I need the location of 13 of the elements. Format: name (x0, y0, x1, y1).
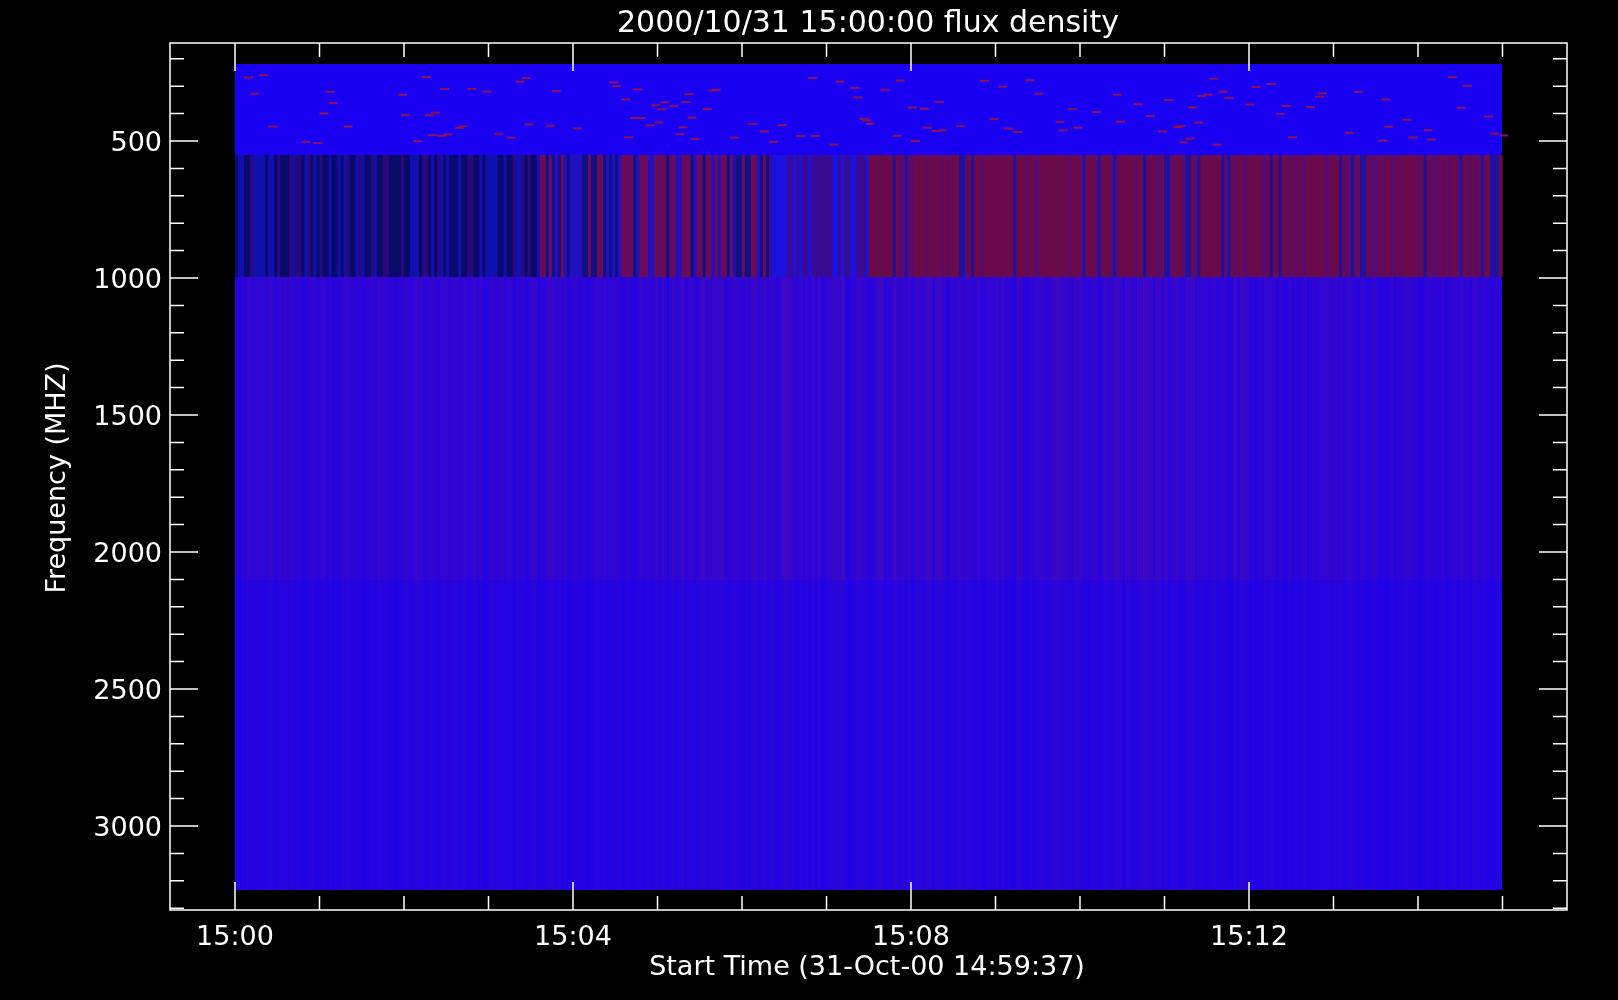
y-tick-label: 500 (110, 126, 162, 157)
x-tick-label: 15:00 (196, 920, 274, 951)
y-tick-label: 2500 (93, 674, 162, 705)
y-tick-label: 1000 (93, 263, 162, 294)
x-tick-label: 15:04 (534, 920, 612, 951)
y-axis-label: Frequency (MHZ) (40, 362, 71, 594)
y-tick-label: 3000 (93, 811, 162, 842)
x-tick-label: 15:08 (872, 920, 950, 951)
y-tick-label: 1500 (93, 400, 162, 431)
x-axis-label: Start Time (31-Oct-00 14:59:37) (649, 950, 1085, 981)
y-tick-label: 2000 (93, 537, 162, 568)
chart-title: 2000/10/31 15:00:00 flux density (617, 4, 1119, 39)
x-tick-label: 15:12 (1210, 920, 1288, 951)
